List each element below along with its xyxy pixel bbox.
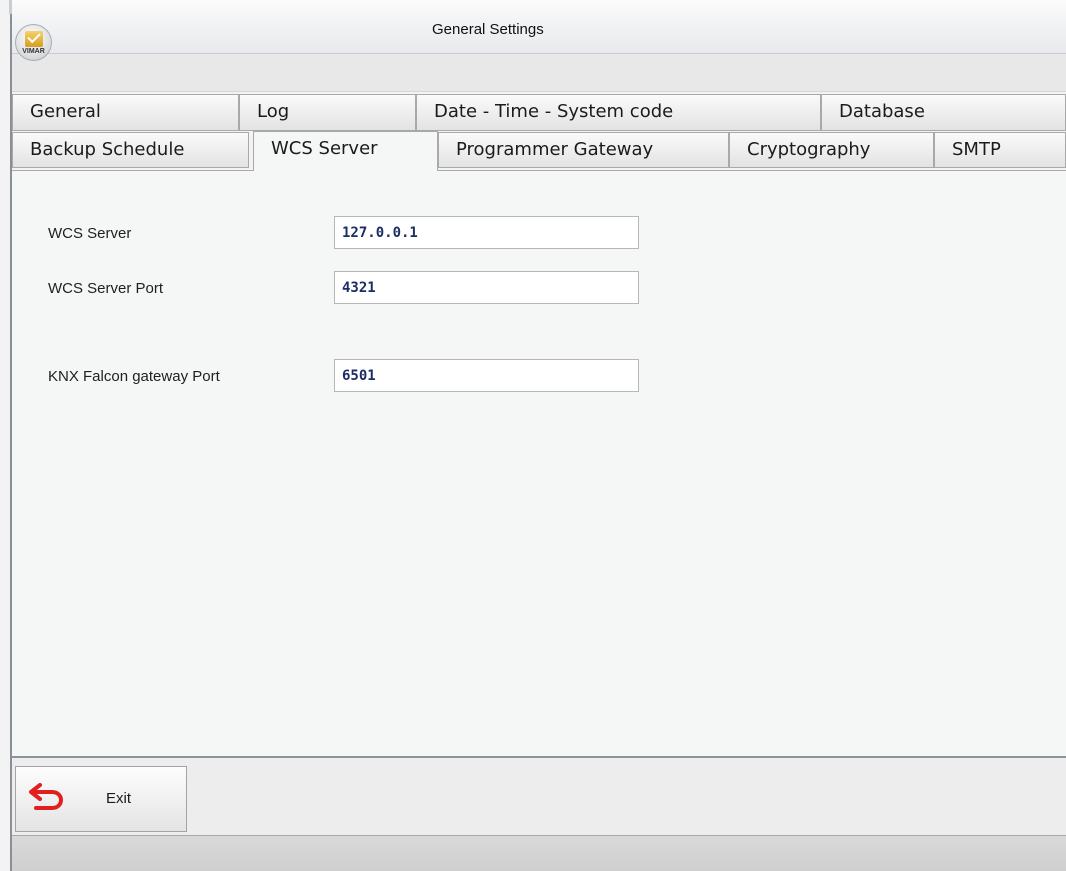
tab-database[interactable]: Database [821,94,1066,131]
window-title: General Settings [432,21,544,38]
knx-falcon-gateway-port-label: KNX Falcon gateway Port [48,368,220,385]
wcs-server-label: WCS Server [48,225,132,242]
status-bar [12,836,1066,871]
knx-falcon-gateway-port-input[interactable] [334,359,639,392]
general-settings-window: General Settings VIMAR General Log Date … [0,0,1066,871]
tab-cryptography[interactable]: Cryptography [729,132,934,168]
wcs-server-panel: WCS Server WCS Server Port KNX Falcon ga… [12,170,1066,756]
logo-brand-text: VIMAR [22,48,45,55]
vimar-logo-icon[interactable]: VIMAR [15,24,52,61]
wcs-server-input[interactable] [334,216,639,249]
title-bar: General Settings [12,0,1066,54]
tab-wcs-server[interactable]: WCS Server [253,131,438,171]
exit-button[interactable]: Exit [15,766,187,832]
exit-label: Exit [106,790,132,807]
wcs-server-port-label: WCS Server Port [48,280,164,297]
undo-arrow-icon [29,783,63,810]
tab-smtp[interactable]: SMTP [934,132,1066,168]
tab-backup-schedule[interactable]: Backup Schedule [12,132,249,168]
toolbar-strip [12,54,1066,92]
footer-bar: Exit [12,758,1066,836]
tab-log[interactable]: Log [239,94,416,131]
tab-general[interactable]: General [12,94,239,131]
tab-programmer-gateway[interactable]: Programmer Gateway [438,132,729,168]
tab-date-time-system-code[interactable]: Date - Time - System code [416,94,821,131]
wcs-server-port-input[interactable] [334,271,639,304]
